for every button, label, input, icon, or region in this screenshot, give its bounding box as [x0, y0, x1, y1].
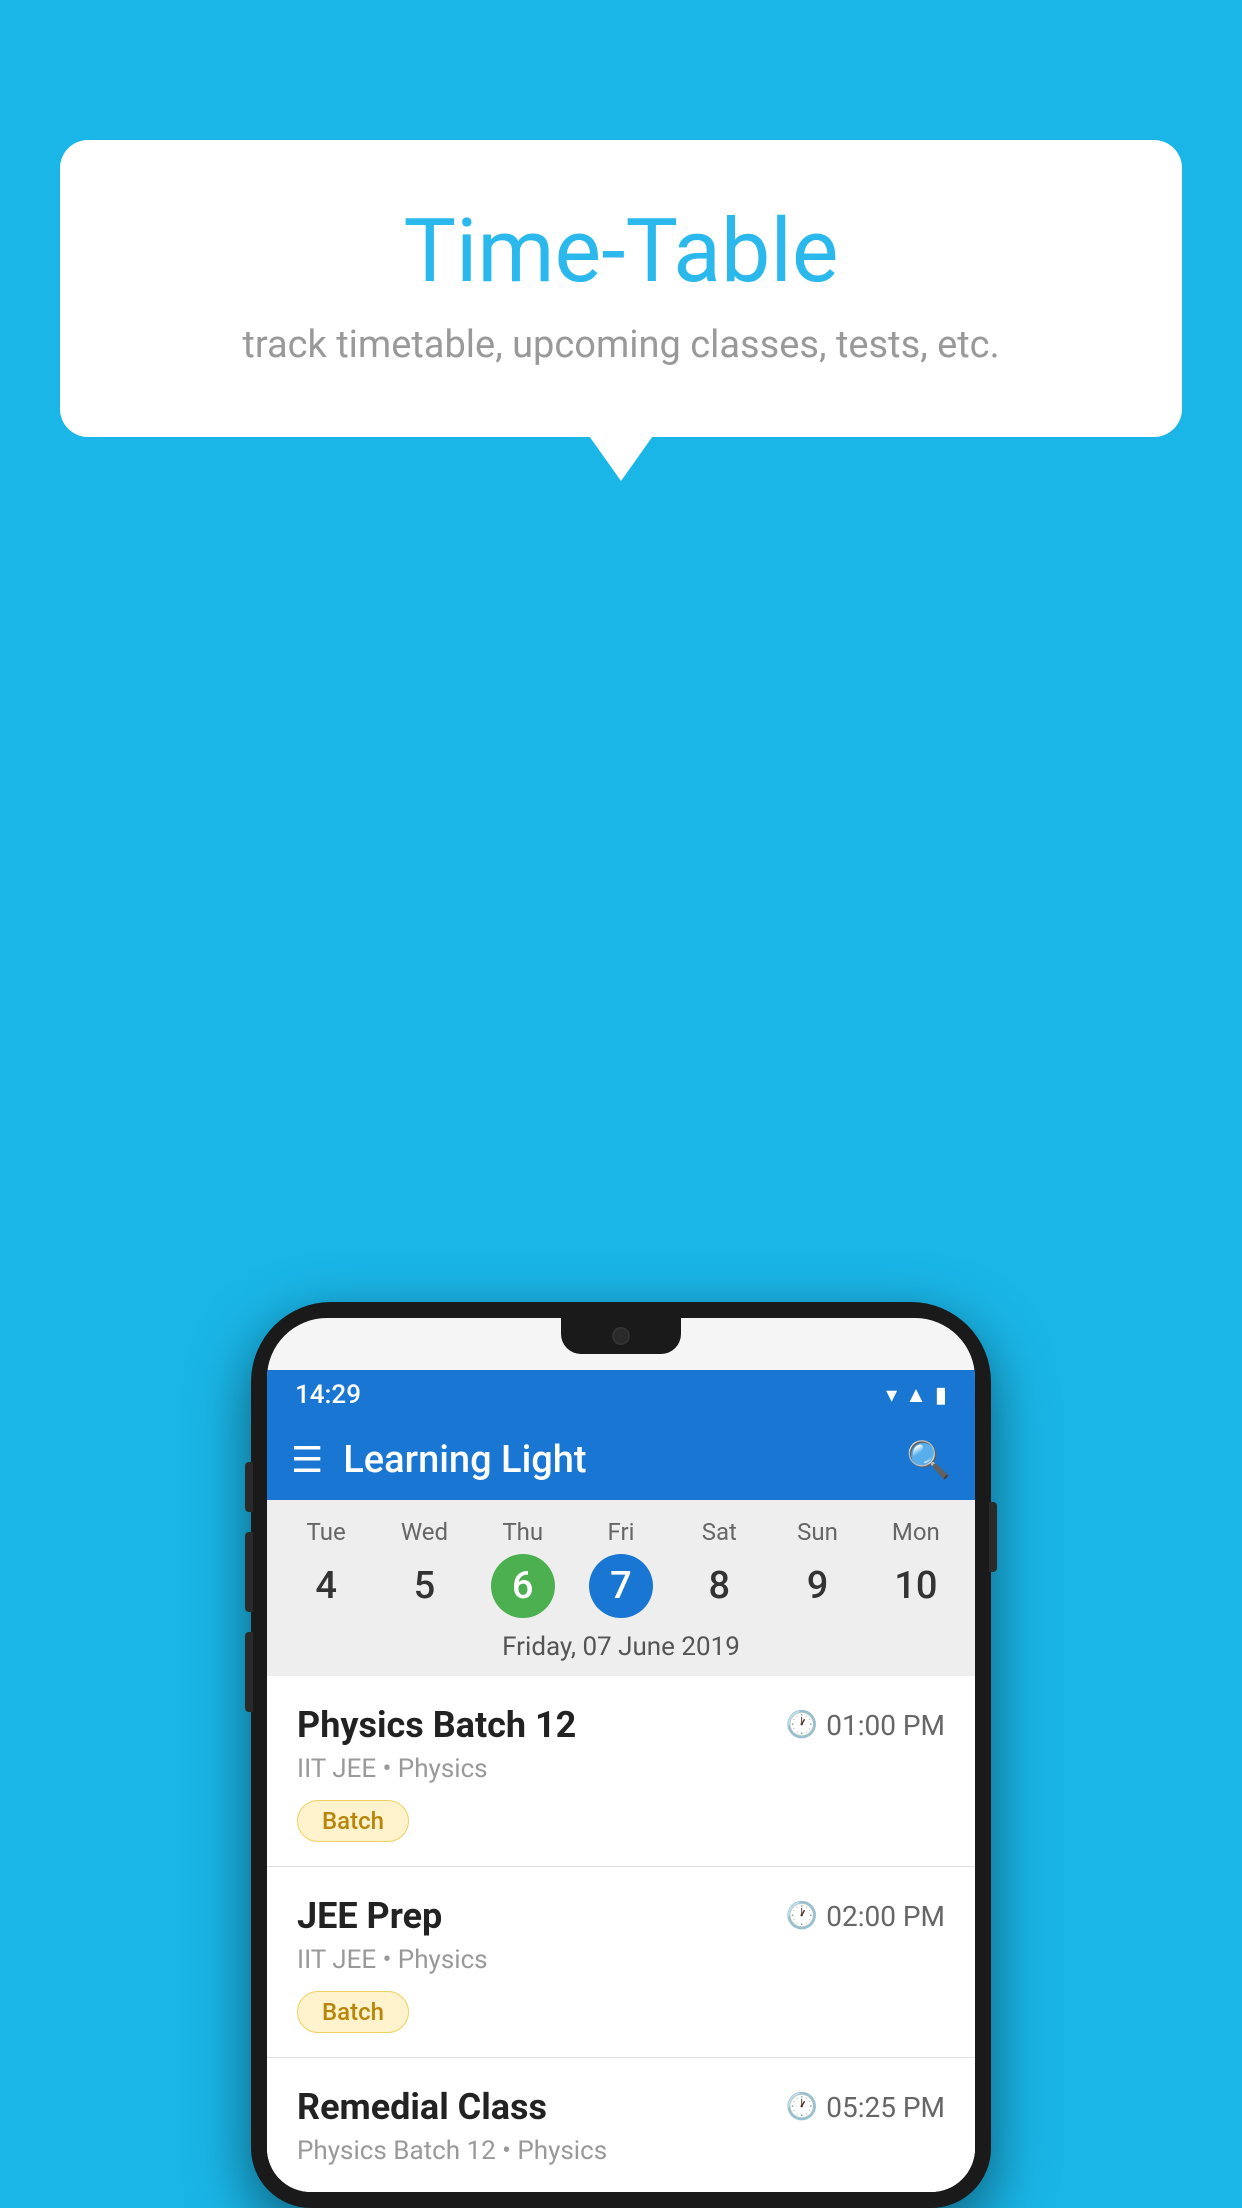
day-number[interactable]: 5 — [392, 1554, 456, 1618]
day-name: Tue — [307, 1518, 346, 1546]
calendar-section: Tue 4 Wed 5 Thu 6 Fri 7 Sat 8 Sun 9 Mon 10 Friday, 07… — [267, 1500, 975, 1676]
selected-date-label: Friday, 07 June 2019 — [267, 1622, 975, 1676]
schedule-item-header: Remedial Class 🕐 05:25 PM — [297, 2086, 945, 2128]
notch-row — [267, 1318, 975, 1370]
day-name: Sun — [797, 1518, 838, 1546]
hero-title: Time-Table — [140, 200, 1102, 303]
schedule-item[interactable]: Remedial Class 🕐 05:25 PM Physics Batch 12 … — [267, 2058, 975, 2192]
day-name: Sat — [702, 1518, 737, 1546]
schedule-list: Physics Batch 12 🕐 01:00 PM IIT JEE • Physi… — [267, 1676, 975, 2192]
schedule-item[interactable]: JEE Prep 🕐 02:00 PM IIT JEE • Physics Batch — [267, 1867, 975, 2058]
battery-icon: ▮ — [935, 1383, 947, 1408]
day-name: Mon — [892, 1518, 940, 1546]
phone-mockup: 14:29 ▾ ▲ ▮ ☰ Learning Light 🔍 Tue4Wed5T… — [251, 1302, 991, 2208]
clock-icon: 🕐 — [786, 2092, 818, 2122]
menu-icon[interactable]: ☰ — [291, 1439, 323, 1481]
app-bar: ☰ Learning Light 🔍 — [267, 1420, 975, 1500]
status-icons: ▾ ▲ ▮ — [886, 1382, 947, 1408]
item-title: JEE Prep — [297, 1895, 442, 1937]
time-text: 01:00 PM — [826, 1709, 945, 1742]
day-name: Thu — [502, 1518, 543, 1546]
day-column[interactable]: Tue 4 — [277, 1518, 375, 1618]
wifi-icon: ▾ — [886, 1383, 897, 1408]
schedule-item-header: JEE Prep 🕐 02:00 PM — [297, 1895, 945, 1937]
schedule-item[interactable]: Physics Batch 12 🕐 01:00 PM IIT JEE • Physi… — [267, 1676, 975, 1867]
day-column[interactable]: Sat 8 — [670, 1518, 768, 1618]
item-subtitle: IIT JEE • Physics — [297, 1754, 945, 1784]
day-number[interactable]: 10 — [884, 1554, 948, 1618]
item-subtitle: Physics Batch 12 • Physics — [297, 2136, 945, 2166]
batch-tag: Batch — [297, 1800, 409, 1842]
front-camera — [612, 1327, 630, 1345]
status-time: 14:29 — [295, 1380, 361, 1410]
day-number[interactable]: 9 — [786, 1554, 850, 1618]
day-column[interactable]: Fri 7 — [572, 1518, 670, 1618]
batch-tag: Batch — [297, 1991, 409, 2033]
day-number[interactable]: 4 — [294, 1554, 358, 1618]
phone-outer: 14:29 ▾ ▲ ▮ ☰ Learning Light 🔍 Tue4Wed5T… — [251, 1302, 991, 2208]
phone-screen: 14:29 ▾ ▲ ▮ ☰ Learning Light 🔍 Tue4Wed5T… — [267, 1318, 975, 2192]
volume-down-button — [245, 1632, 253, 1712]
item-title: Physics Batch 12 — [297, 1704, 576, 1746]
search-icon[interactable]: 🔍 — [906, 1439, 951, 1481]
schedule-item-header: Physics Batch 12 🕐 01:00 PM — [297, 1704, 945, 1746]
day-number[interactable]: 8 — [687, 1554, 751, 1618]
speech-bubble: Time-Table track timetable, upcoming cla… — [60, 140, 1182, 437]
status-bar: 14:29 ▾ ▲ ▮ — [267, 1370, 975, 1420]
day-number[interactable]: 7 — [589, 1554, 653, 1618]
day-column[interactable]: Thu 6 — [474, 1518, 572, 1618]
day-name: Fri — [608, 1518, 635, 1546]
item-time: 🕐 01:00 PM — [786, 1709, 945, 1742]
clock-icon: 🕐 — [786, 1901, 818, 1931]
item-time: 🕐 05:25 PM — [786, 2091, 945, 2124]
volume-up-button — [245, 1532, 253, 1612]
app-title: Learning Light — [343, 1438, 906, 1482]
hero-section: Time-Table track timetable, upcoming cla… — [60, 140, 1182, 437]
item-subtitle: IIT JEE • Physics — [297, 1945, 945, 1975]
day-column[interactable]: Sun 9 — [768, 1518, 866, 1618]
time-text: 05:25 PM — [826, 2091, 945, 2124]
signal-icon: ▲ — [905, 1382, 927, 1408]
day-column[interactable]: Mon 10 — [867, 1518, 965, 1618]
day-column[interactable]: Wed 5 — [375, 1518, 473, 1618]
time-text: 02:00 PM — [826, 1900, 945, 1933]
clock-icon: 🕐 — [786, 1710, 818, 1740]
phone-notch — [561, 1318, 681, 1354]
volume-silent-button — [245, 1462, 253, 1512]
day-number[interactable]: 6 — [491, 1554, 555, 1618]
power-button — [989, 1502, 997, 1572]
item-time: 🕐 02:00 PM — [786, 1900, 945, 1933]
item-title: Remedial Class — [297, 2086, 547, 2128]
day-name: Wed — [401, 1518, 448, 1546]
hero-subtitle: track timetable, upcoming classes, tests… — [140, 323, 1102, 367]
days-row: Tue 4 Wed 5 Thu 6 Fri 7 Sat 8 Sun 9 Mon 10 — [267, 1510, 975, 1622]
